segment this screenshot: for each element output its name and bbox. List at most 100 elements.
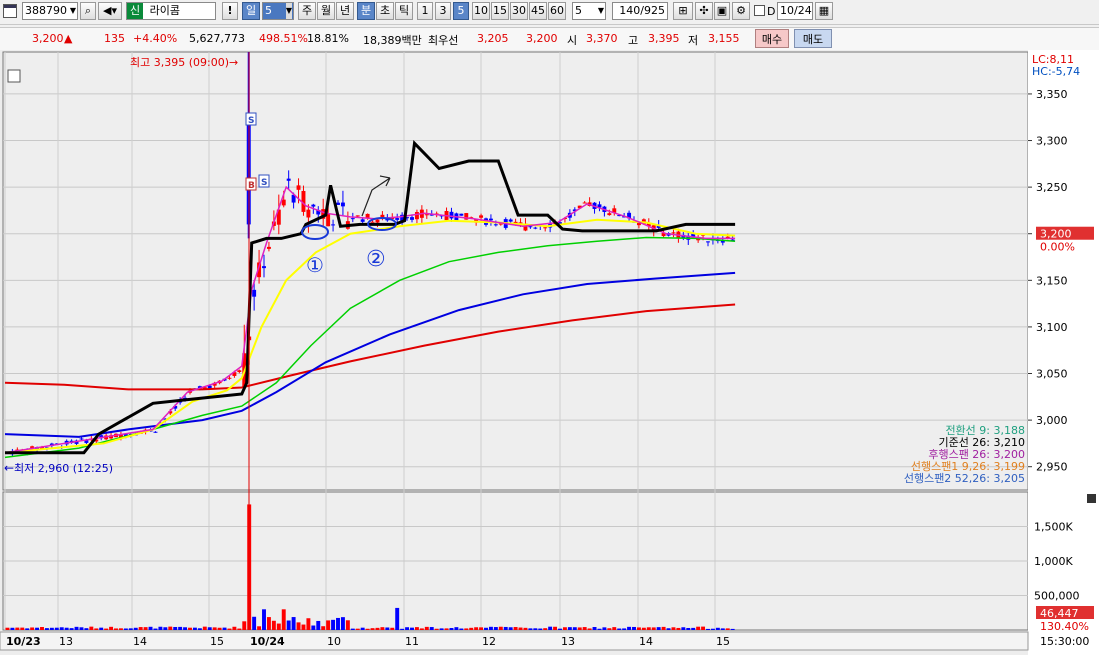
volume-bar	[30, 627, 35, 630]
calendar-button[interactable]: ▦	[815, 2, 833, 20]
volume-bar	[395, 607, 400, 630]
volume-bar	[710, 628, 715, 630]
sell-button[interactable]: 매도	[794, 29, 832, 48]
minute-15[interactable]: 15	[491, 2, 509, 20]
minute-30[interactable]: 30	[510, 2, 528, 20]
chevron-down-icon[interactable]: ▼	[70, 3, 76, 19]
volume-bar	[227, 628, 232, 630]
volume-tick-label: 500,000	[1034, 590, 1080, 603]
minute-45[interactable]: 45	[529, 2, 547, 20]
date-input[interactable]: 10/24	[777, 2, 813, 20]
volume-bar	[128, 628, 133, 630]
volume-bar	[114, 628, 118, 630]
volume-bar	[661, 626, 666, 630]
volume-bar	[242, 621, 247, 630]
tab-year[interactable]: 년	[336, 2, 354, 20]
minute-5[interactable]: 5	[453, 2, 469, 20]
candle-body	[706, 241, 710, 243]
minute-60[interactable]: 60	[548, 2, 566, 20]
x-tick-label: 13	[59, 635, 73, 648]
alert-button[interactable]: !	[222, 2, 238, 20]
minute-3[interactable]: 3	[435, 2, 451, 20]
volume-bar	[365, 628, 370, 630]
volume-bar	[612, 627, 617, 630]
tab-day[interactable]: 일	[242, 2, 260, 20]
tab-week[interactable]: 주	[298, 2, 316, 20]
candle-body	[153, 431, 158, 433]
candle-body	[281, 199, 286, 206]
x-tick-label: 12	[482, 635, 496, 648]
price-change: 135	[104, 32, 125, 45]
volume-bar	[730, 628, 735, 630]
view-count-field[interactable]: 140/925	[612, 2, 668, 20]
volume-bar	[262, 609, 266, 630]
period-select[interactable]: 5 ▼	[262, 2, 294, 20]
volume-bar	[636, 627, 641, 630]
volume-bar	[217, 627, 222, 630]
open-price: 3,370	[586, 32, 618, 45]
min-price-label: 최저 2,960 (12:25)	[14, 462, 113, 475]
volume-bar	[513, 627, 518, 630]
volume-bar	[671, 627, 676, 630]
volume-bar	[138, 627, 143, 630]
tab-second[interactable]: 초	[376, 2, 394, 20]
volume-bar	[390, 627, 395, 630]
volume-bar	[5, 627, 10, 630]
volume-bar	[276, 623, 281, 630]
price-chart[interactable]: 3,350 3,300 3,250 3,200 3,150 3,100 3,050 3,000…	[0, 50, 1099, 655]
x-tick-label: 13	[561, 635, 575, 648]
volume-pct-label: 130.40%	[1040, 620, 1089, 633]
tab-month[interactable]: 월	[317, 2, 335, 20]
interval-input[interactable]: 5 ▼	[572, 2, 606, 20]
volume-bar	[173, 626, 178, 630]
volume-bar	[577, 627, 582, 630]
stock-name-field[interactable]: 신 라이콤	[126, 2, 216, 20]
tab-tick[interactable]: 틱	[395, 2, 413, 20]
buy-button[interactable]: 매수	[755, 29, 789, 48]
save-button[interactable]: ▣	[714, 2, 730, 20]
best-bid: 3,200	[526, 32, 558, 45]
volume-bar	[355, 628, 360, 630]
search-button[interactable]: ⌕	[80, 2, 96, 20]
d-checkbox[interactable]	[754, 5, 765, 16]
volume-bar	[410, 627, 414, 630]
minute-1[interactable]: 1	[417, 2, 433, 20]
volume-bar	[493, 627, 498, 630]
volume-bar	[296, 622, 301, 630]
signal-marker-label: B	[248, 181, 255, 191]
chart-area[interactable]: 3,350 3,300 3,250 3,200 3,150 3,100 3,050 3,000…	[0, 50, 1099, 655]
volume-bar	[345, 620, 350, 630]
candle-body	[350, 218, 355, 220]
hc-label: HC:-5,74	[1032, 65, 1080, 78]
minute-10[interactable]: 10	[472, 2, 490, 20]
tab-minute[interactable]: 분	[357, 2, 375, 20]
candle-body	[414, 212, 419, 220]
speaker-button[interactable]: ◀▾	[98, 2, 122, 20]
volume-bar	[158, 626, 163, 630]
volume-bar	[212, 627, 217, 630]
chevron-down-icon[interactable]: ▼	[285, 3, 292, 19]
candle-body	[79, 438, 84, 440]
chevron-down-icon[interactable]: ▼	[598, 3, 604, 19]
volume-bar	[74, 626, 79, 630]
max-price-label: 최고 3,395 (09:00)	[130, 56, 229, 69]
volume-bar	[651, 627, 656, 630]
stock-code-input[interactable]: 388790 ▼	[22, 2, 78, 20]
volume-bar	[597, 628, 602, 630]
period-value: 5	[265, 4, 272, 17]
candle-body	[262, 266, 266, 269]
candle-body	[582, 202, 587, 204]
window-icon[interactable]	[3, 4, 17, 18]
x-tick-label: 15	[210, 635, 224, 648]
volume-bar	[582, 627, 587, 630]
chart-tools-button[interactable]: ⊞	[673, 2, 693, 20]
candle-body	[266, 246, 271, 249]
volume-bar	[375, 627, 380, 630]
ichimoku-legend-item: 선행스팬2 52,26: 3,205	[904, 472, 1025, 485]
settings-button[interactable]: ⚙	[732, 2, 750, 20]
draw-button[interactable]: ✣	[695, 2, 713, 20]
candle-body	[227, 377, 232, 379]
volume-bar	[548, 626, 553, 630]
volume-bar	[479, 627, 484, 630]
price-tick-label: 3,350	[1036, 88, 1068, 101]
